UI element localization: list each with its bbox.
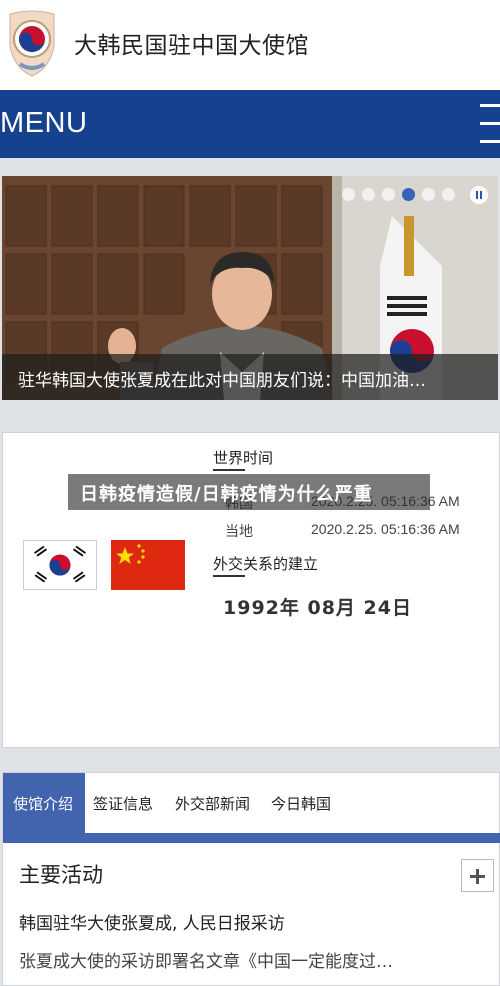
slider-caption-text: 驻华韩国大使张夏成在此对中国朋友们说：中国加油… (18, 371, 426, 391)
overlay-text: 日韩疫情造假/日韩疫情为什么严重 (80, 484, 373, 505)
news-summary[interactable]: 张夏成大使的采访即署名文章《中国一定能度过… (19, 947, 439, 972)
hamburger-menu-icon[interactable] (480, 104, 500, 144)
tab-korea-today[interactable]: 今日韩国 (271, 773, 347, 833)
tabs-card: 使馆介绍 签证信息 外交部新闻 今日韩国 主要活动 韩国驻华大使张夏成, 人民日… (2, 772, 500, 986)
tab-mofa-news[interactable]: 外交部新闻 (175, 773, 263, 833)
embassy-emblem-icon[interactable] (0, 6, 64, 82)
menu-bar: MENU (0, 90, 500, 158)
slider-caption[interactable]: 驻华韩国大使张夏成在此对中国朋友们说：中国加油… (2, 354, 498, 400)
local-time-value: 2020.2.25. 05:16:36 AM (311, 521, 460, 537)
page: 大韩民国驻中国大使馆 MENU 驻华韩国大使张夏成在此对中国朋友们说：中国加油…… (0, 0, 500, 986)
diplomacy-underline (213, 575, 245, 577)
hero-slider[interactable]: 驻华韩国大使张夏成在此对中国朋友们说：中国加油… (2, 176, 498, 400)
site-title: 大韩民国驻中国大使馆 (74, 33, 309, 59)
tab-underline-bar (3, 833, 500, 843)
world-time-title: 世界时间 (213, 449, 274, 467)
china-flag-icon (111, 540, 185, 590)
news-title-link[interactable]: 韩国驻华大使张夏成, 人民日报采访 (19, 909, 489, 934)
activities-title: 主要活动 (19, 863, 103, 887)
slider-dot[interactable] (342, 188, 355, 201)
slider-pagination (342, 188, 455, 201)
local-time-label: 当地 (225, 524, 253, 540)
tab-embassy-intro[interactable]: 使馆介绍 (3, 773, 85, 833)
diplomacy-date: 1992年 08月 24日 (223, 597, 412, 619)
korea-flag-icon (23, 540, 97, 590)
slider-dot[interactable] (442, 188, 455, 201)
diplomacy-title: 外交关系的建立 (213, 555, 319, 573)
slider-dot[interactable] (382, 188, 395, 201)
slider-dot-active[interactable] (402, 188, 415, 201)
overlay-banner: 日韩疫情造假/日韩疫情为什么严重 (68, 474, 430, 510)
plus-icon[interactable] (461, 859, 494, 892)
slider-dot[interactable] (362, 188, 375, 201)
pause-icon[interactable] (470, 186, 488, 204)
menu-label[interactable]: MENU (0, 107, 87, 140)
world-time-underline (213, 469, 245, 471)
site-header: 大韩民国驻中国大使馆 (0, 0, 500, 90)
slider-dot[interactable] (422, 188, 435, 201)
tab-visa-info[interactable]: 签证信息 (93, 773, 167, 833)
